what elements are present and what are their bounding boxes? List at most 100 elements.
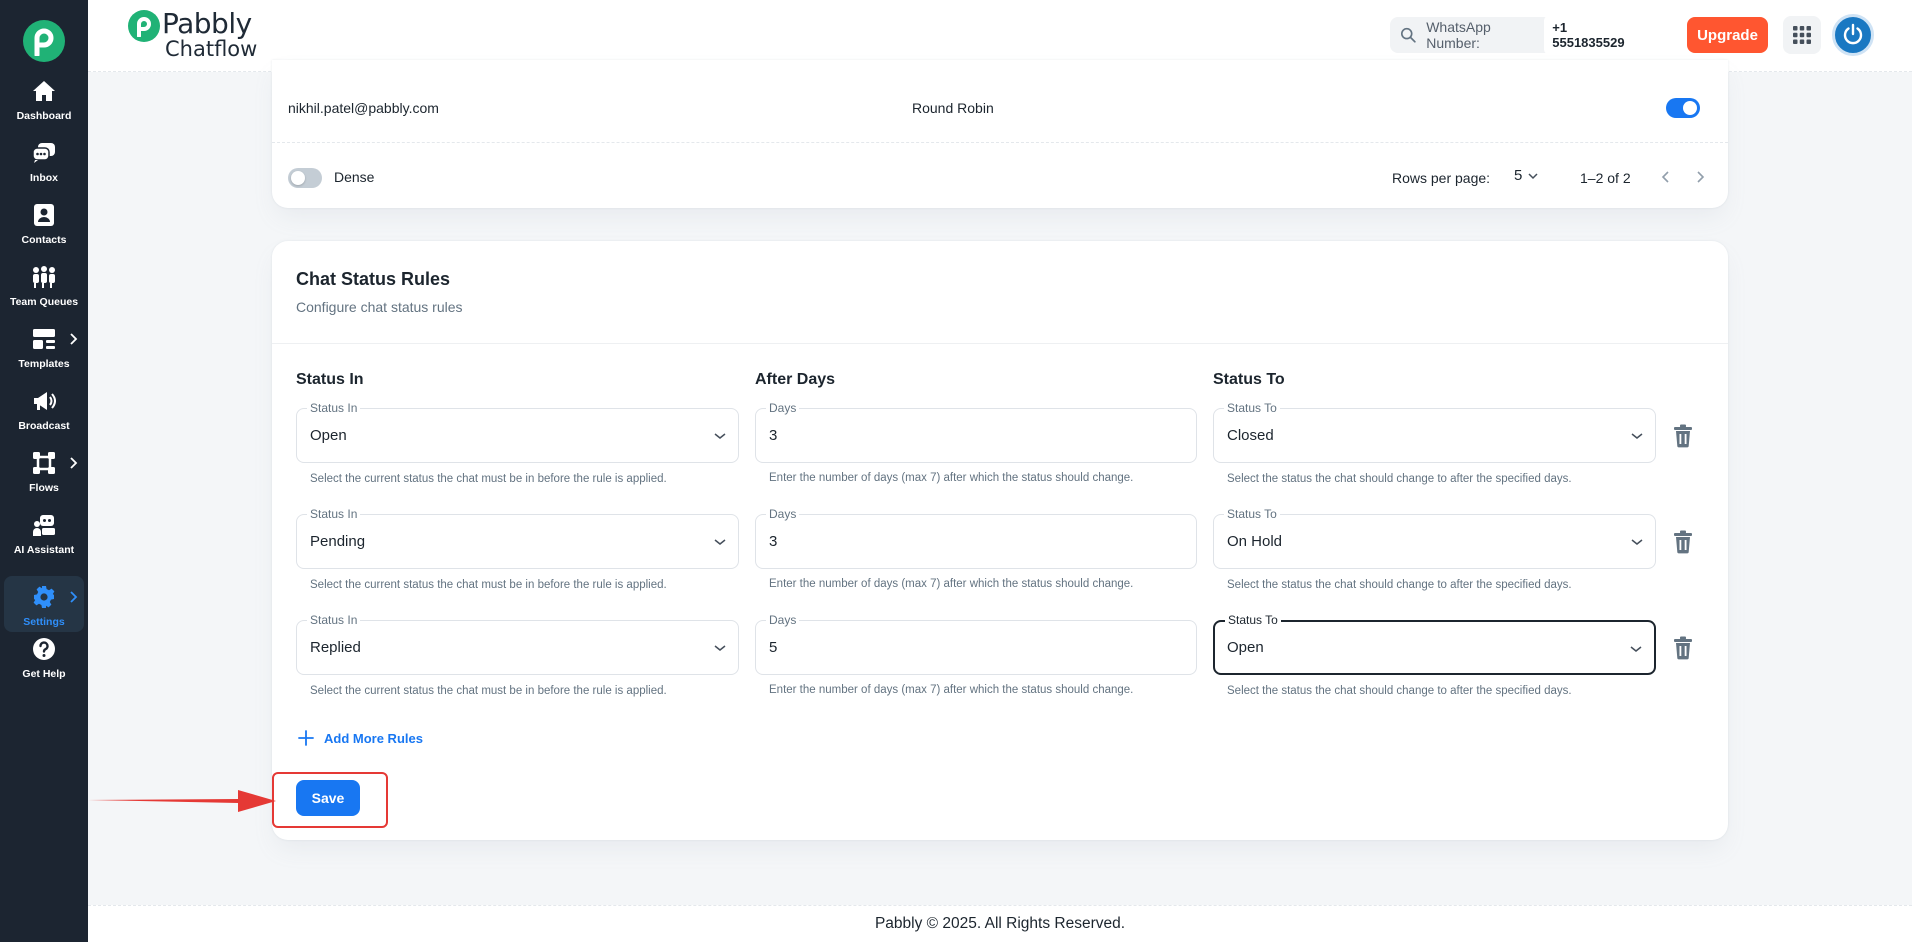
contacts-icon [31,202,57,228]
days-input[interactable]: Days 3 [755,401,1197,463]
table-row-routing: Round Robin [912,100,994,116]
field-label: Days [766,401,800,415]
helper-text: Enter the number of days (max 7) after w… [769,684,1134,696]
sidebar-item-label: Settings [23,616,65,628]
section-title: Chat Status Rules [296,269,451,289]
sidebar-item-label: Templates [18,358,70,370]
arrow-pointer-icon [88,790,276,812]
brand-sub: Chatflow [165,37,258,61]
field-value: 3 [769,427,778,444]
helper-text: Select the current status the chat must … [310,473,667,485]
delete-rule-icon[interactable] [1672,530,1694,554]
sidebar-item-label: Team Queues [9,296,79,308]
footer-copyright: Pabbly © 2025. All Rights Reserved. [874,915,1126,932]
column-header-status-to: Status To [1213,371,1285,388]
status-to-select[interactable]: Status To On Hold [1213,507,1656,569]
whatsapp-number-label: WhatsApp Number: [1426,19,1491,51]
row-divider [272,142,1728,143]
sidebar-item-settings[interactable]: Settings [4,576,84,632]
field-value: Closed [1227,427,1274,444]
field-value: On Hold [1227,533,1283,550]
chevron-down-icon [1528,172,1538,179]
status-in-select[interactable]: Status In Open [296,401,739,463]
avatar[interactable] [1832,14,1874,56]
chevron-down-icon [1631,539,1643,545]
field-label: Status To [1224,401,1280,415]
sidebar-item-dashboard[interactable]: Dashboard [4,70,84,126]
chevron-down-icon [714,645,726,651]
sidebar-item-label: AI Assistant [13,544,75,556]
sidebar-item-contacts[interactable]: Contacts [4,194,84,250]
save-highlight-box [272,772,388,828]
dense-label: Dense [334,169,375,185]
section-divider [272,343,1728,344]
sidebar-item-label: Contacts [21,234,67,246]
delete-rule-icon[interactable] [1672,424,1694,448]
rows-per-page-select[interactable]: 5 [1514,167,1538,184]
chat-status-rules-card: Chat Status Rules Configure chat status … [272,241,1728,840]
field-label: Status In [307,613,361,627]
megaphone-icon [31,388,57,414]
field-value: Pending [310,533,366,550]
sidebar-item-label: Broadcast [18,420,70,432]
dense-toggle[interactable] [288,168,322,188]
helper-text: Select the current status the chat must … [310,579,667,591]
grid-icon [1793,26,1811,44]
app-logo[interactable] [23,20,65,62]
column-header-after-days: After Days [755,371,836,388]
helper-text: Select the status the chat should change… [1227,685,1572,697]
field-label: Status To [1225,613,1281,627]
upgrade-button[interactable]: Upgrade [1687,17,1768,53]
status-to-select[interactable]: Status To Closed [1213,401,1656,463]
brand-name: Pabbly [162,7,252,40]
field-label: Status In [307,507,361,521]
field-value: Open [310,427,347,444]
footer: Pabbly © 2025. All Rights Reserved. [88,905,1912,942]
help-icon [31,636,57,662]
brand-logo[interactable]: Pabbly Chatflow [128,10,257,60]
sidebar-item-label: Get Help [22,668,66,680]
helper-text: Enter the number of days (max 7) after w… [769,472,1134,484]
field-label: Days [766,613,800,627]
add-more-rules-button[interactable]: Add More Rules [298,730,423,746]
next-page-icon[interactable] [1692,168,1708,186]
status-to-select[interactable]: Status To Open [1213,613,1656,675]
status-in-select[interactable]: Status In Replied [296,613,739,675]
field-value: Open [1227,639,1264,656]
section-subtitle: Configure chat status rules [296,299,463,315]
apps-grid-button[interactable] [1783,16,1821,54]
chevron-down-icon [714,433,726,439]
add-more-rules-label: Add More Rules [324,730,423,746]
days-input[interactable]: Days 5 [755,613,1197,675]
robot-icon [31,512,57,538]
pagination-range: 1–2 of 2 [1580,170,1631,186]
power-icon [1843,23,1863,45]
sidebar-item-broadcast[interactable]: Broadcast [4,380,84,436]
chevron-down-icon [714,539,726,545]
days-input[interactable]: Days 3 [755,507,1197,569]
plus-icon [298,730,314,746]
field-value: 3 [769,533,778,550]
chat-icon [31,140,57,166]
column-header-status-in: Status In [296,371,364,388]
field-value: 5 [769,639,778,656]
sidebar-item-inbox[interactable]: Inbox [4,132,84,188]
status-in-select[interactable]: Status In Pending [296,507,739,569]
team-icon [31,264,57,290]
chevron-right-icon [70,333,78,345]
helper-text: Enter the number of days (max 7) after w… [769,578,1134,590]
home-icon [31,78,57,104]
whatsapp-number-selector[interactable]: WhatsApp Number: +1 5551835529 [1390,15,1642,55]
previous-page-icon[interactable] [1658,168,1674,186]
field-value: Replied [310,639,361,656]
sidebar-item-templates[interactable]: Templates [4,318,84,374]
gear-icon [31,584,57,610]
helper-text: Select the status the chat should change… [1227,473,1572,485]
sidebar-item-ai-assistant[interactable]: AI Assistant [4,504,84,560]
rows-per-page-label: Rows per page: [1392,170,1491,186]
delete-rule-icon[interactable] [1672,636,1694,660]
sidebar-item-get-help[interactable]: Get Help [4,628,84,684]
row-enabled-toggle[interactable] [1666,98,1700,118]
sidebar-item-flows[interactable]: Flows [4,442,84,498]
sidebar-item-team-queues[interactable]: Team Queues [4,256,84,312]
